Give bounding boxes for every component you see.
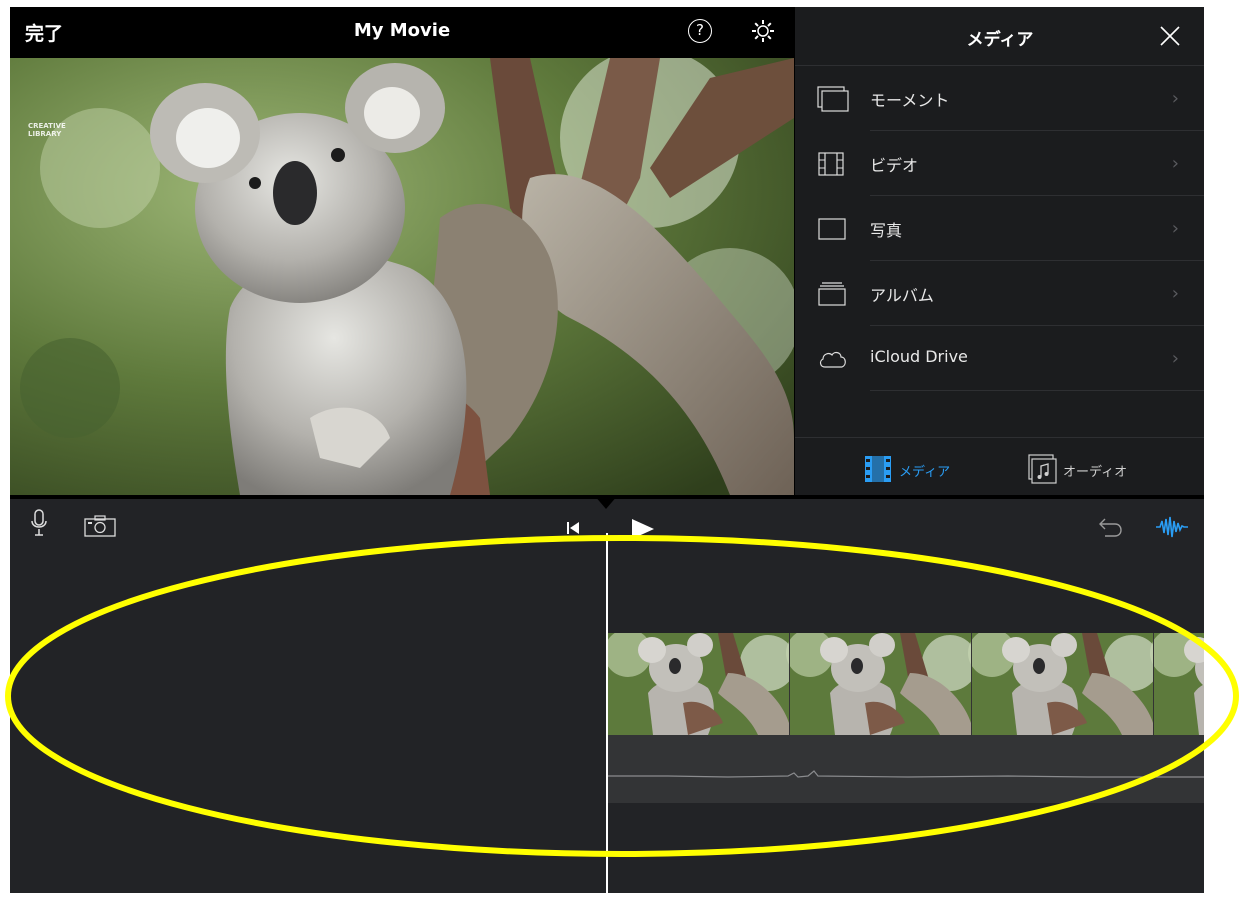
close-icon[interactable] — [1159, 25, 1181, 47]
audio-waveform — [608, 770, 1204, 778]
project-title: My Movie — [353, 20, 451, 41]
playhead-line[interactable] — [606, 533, 608, 893]
music-note-icon — [1028, 454, 1057, 484]
media-item-icloud-drive[interactable]: iCloud Drive › — [795, 326, 1204, 391]
playhead-marker — [594, 495, 618, 509]
undo-icon[interactable] — [1097, 515, 1123, 539]
media-item-label: iCloud Drive — [870, 347, 968, 366]
chevron-right-icon: › — [1171, 283, 1179, 304]
media-item-label: ビデオ — [870, 156, 919, 175]
film-icon — [865, 456, 891, 482]
skip-to-start-icon[interactable] — [566, 521, 580, 535]
camera-icon[interactable] — [84, 515, 116, 537]
chevron-right-icon: › — [1171, 218, 1179, 239]
microphone-icon[interactable] — [30, 509, 48, 537]
chevron-right-icon: › — [1171, 153, 1179, 174]
media-item-albums[interactable]: アルバム › — [795, 261, 1204, 326]
video-preview[interactable]: CREATIVE LIBRARY — [10, 58, 794, 495]
media-item-video[interactable]: ビデオ › — [795, 131, 1204, 196]
chevron-right-icon: › — [1171, 348, 1179, 369]
audio-track[interactable] — [608, 735, 1204, 803]
media-item-label: モーメント — [870, 91, 950, 110]
album-icon — [818, 282, 846, 306]
tab-media-label: メディア — [899, 465, 951, 480]
media-panel-header: メディア — [795, 7, 1204, 66]
media-item-moments[interactable]: モーメント › — [795, 66, 1204, 131]
divider — [870, 390, 1204, 391]
play-icon[interactable] — [630, 517, 656, 541]
media-item-label: 写真 — [870, 221, 903, 240]
media-panel-title: メディア — [966, 30, 1034, 50]
tab-audio-label: オーディオ — [1063, 465, 1128, 480]
koala-video-frame — [10, 58, 794, 495]
film-icon — [818, 152, 844, 176]
video-clip[interactable] — [608, 633, 1204, 735]
media-browser-panel: メディア モーメント › ビデオ › 写真 › アルバム › iCloud Dr… — [794, 7, 1204, 495]
photo-icon — [818, 218, 846, 240]
help-button[interactable]: ? — [688, 19, 712, 43]
media-item-photos[interactable]: 写真 › — [795, 196, 1204, 261]
settings-gear-icon[interactable] — [751, 19, 775, 43]
cloud-icon — [819, 351, 846, 368]
media-panel-tab-bar: メディア オーディオ — [795, 437, 1204, 496]
audio-waveform-icon[interactable] — [1156, 515, 1188, 539]
chevron-right-icon: › — [1171, 88, 1179, 109]
imovie-window: 完了 My Movie ? CREATIVE LIBRARY メディア モーメン… — [10, 7, 1204, 893]
clip-thumbnails — [608, 633, 1204, 735]
moments-icon — [817, 86, 849, 112]
top-bar: 完了 My Movie ? — [10, 7, 794, 58]
watermark-logo: CREATIVE LIBRARY — [28, 122, 66, 138]
media-item-label: アルバム — [870, 286, 934, 305]
